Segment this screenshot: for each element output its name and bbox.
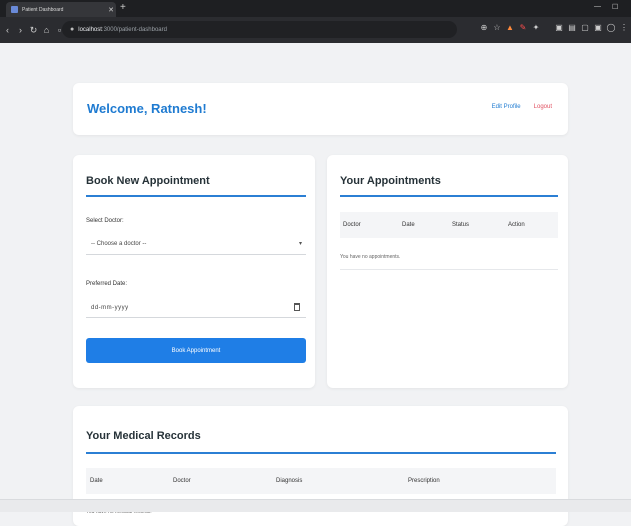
minimize-icon[interactable]: — [594,3,601,10]
book-appointment-button[interactable]: Book Appointment [86,338,306,363]
empty-message: You have no appointments. [340,254,401,260]
column-header: Diagnosis [276,478,303,484]
sidebar-icon[interactable]: ▣ [554,23,564,35]
records-table-header: Date Doctor Diagnosis Prescription [86,468,556,494]
maximize-icon[interactable]: ☐ [612,3,618,11]
date-input-placeholder: dd-mm-yyyy [91,305,129,311]
brave-shield-icon[interactable]: ▲ [505,23,515,35]
column-header: Action [508,222,525,228]
close-icon[interactable]: ✕ [106,6,116,14]
back-icon[interactable]: ‹ [2,25,13,35]
date-input[interactable]: dd-mm-yyyy [86,298,306,318]
reload-icon[interactable]: ↻ [28,25,39,36]
book-title: Book New Appointment [86,175,210,187]
column-header: Date [402,222,415,228]
page-bottom-bar [0,499,631,512]
menu-icon[interactable]: ⋮ [619,23,629,35]
book-appointment-card: Book New Appointment Select Doctor: -- C… [73,155,315,388]
tab-title: Patient Dashboard [22,6,64,13]
tabs-icon[interactable]: ▣ [593,23,603,35]
pen-icon[interactable]: ✎ [518,23,528,35]
url-text: localhost:3000/patient-dashboard [78,27,167,33]
header-links: Edit Profile Logout [492,104,552,110]
lock-icon: ● [70,26,75,33]
doctor-select[interactable]: -- Choose a doctor -- ▾ [86,235,306,255]
doctor-select-value: -- Choose a doctor -- [91,241,147,247]
wallet-icon[interactable]: ▤ [567,23,577,35]
url-host: localhost [78,26,102,33]
appointments-card: Your Appointments Doctor Date Status Act… [327,155,568,388]
welcome-header: Welcome, Ratnesh! Edit Profile Logout [73,83,568,135]
edit-profile-link[interactable]: Edit Profile [492,104,521,110]
column-header: Doctor [173,478,191,484]
zoom-icon[interactable]: ⊕ [479,23,489,35]
browser-tab[interactable]: Patient Dashboard ✕ [6,2,116,17]
records-title: Your Medical Records [86,430,201,442]
doctor-label: Select Doctor: [86,218,124,224]
welcome-title: Welcome, Ratnesh! [87,101,207,116]
bookmark-icon[interactable]: ☆ [492,23,502,35]
date-label: Preferred Date: [86,281,128,287]
address-bar[interactable]: ● localhost:3000/patient-dashboard [62,21,457,38]
profile-icon[interactable]: ◯ [606,23,616,35]
logout-link[interactable]: Logout [534,104,552,110]
appointments-table-header: Doctor Date Status Action [340,212,558,238]
title-divider [86,452,556,454]
column-header: Doctor [343,222,361,228]
downloads-icon[interactable]: ▢ [580,23,590,35]
page-content: Welcome, Ratnesh! Edit Profile Logout Bo… [0,43,631,526]
new-tab-icon[interactable]: + [120,2,126,14]
browser-tab-bar: Patient Dashboard ✕ + — ☐ [0,0,631,17]
url-path: :3000/patient-dashboard [101,26,167,33]
home-icon[interactable]: ⌂ [41,25,52,35]
column-header: Prescription [408,478,440,484]
puzzle-icon[interactable]: ✦ [531,23,541,35]
title-divider [86,195,306,197]
browser-toolbar: ‹ › ↻ ⌂ ▫ ● localhost:3000/patient-dashb… [0,17,631,43]
toolbar-actions: ⊕ ☆ ▲ ✎ ✦ ▣ ▤ ▢ ▣ ◯ ⋮ [479,23,629,35]
column-header: Date [90,478,103,484]
row-divider [340,269,558,270]
calendar-icon[interactable] [294,303,300,311]
title-divider [340,195,558,197]
forward-icon[interactable]: › [15,25,26,35]
chevron-down-icon: ▾ [298,241,302,247]
column-header: Status [452,222,470,228]
appointments-title: Your Appointments [340,175,441,187]
favicon-icon [11,6,18,13]
